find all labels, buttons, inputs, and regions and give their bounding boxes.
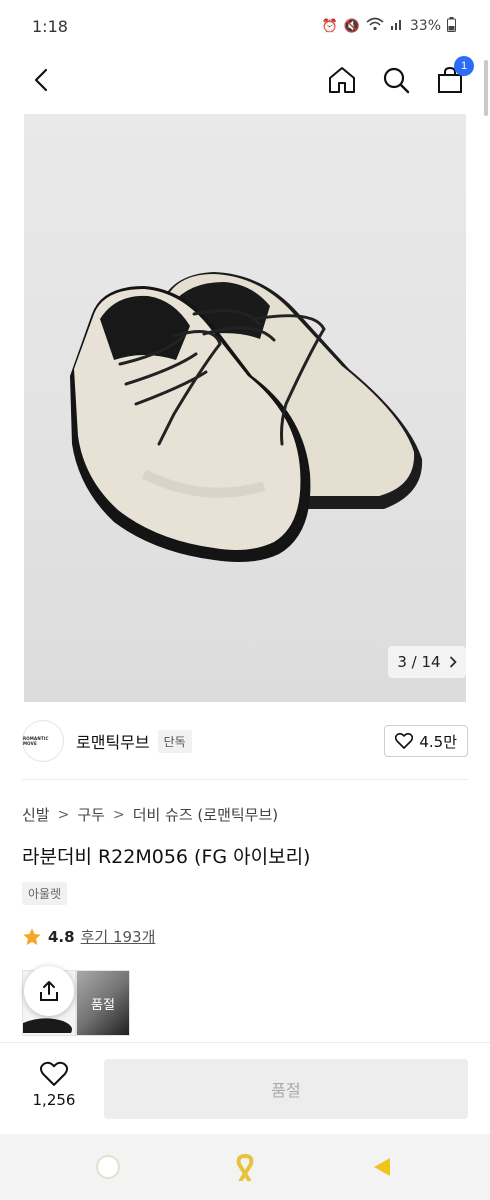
battery-icon [447, 16, 456, 36]
mute-icon: 🔇 [343, 18, 360, 34]
soldout-label: 품절 [77, 971, 129, 1035]
rating-value: 4.8 [48, 927, 75, 946]
recents-nav-button[interactable] [225, 1147, 265, 1187]
search-button[interactable] [380, 64, 412, 96]
back-nav-button[interactable] [362, 1147, 402, 1187]
heart-icon [395, 733, 414, 749]
status-time: 1:18 [32, 16, 68, 36]
brand-like-count: 4.5만 [419, 732, 457, 751]
home-nav-button[interactable] [88, 1147, 128, 1187]
status-bar: 1:18 ⏰ 🔇 33% [0, 0, 490, 52]
cart-badge: 1 [454, 56, 474, 76]
alarm-icon: ⏰ [321, 18, 338, 34]
breadcrumb-item[interactable]: 더비 슈즈 (로맨틱무브) [133, 804, 278, 825]
chevron-right-icon [449, 656, 457, 668]
chevron-right-icon: > [112, 806, 125, 823]
signal-icon [390, 17, 404, 35]
top-nav: 1 [0, 52, 490, 108]
breadcrumb: 신발 > 구두 > 더비 슈즈 (로맨틱무브) [22, 804, 278, 825]
back-button[interactable] [26, 64, 58, 96]
chevron-left-icon [34, 68, 48, 92]
image-counter-text: 3 / 14 [397, 653, 441, 671]
share-icon [40, 981, 58, 1001]
share-button[interactable] [24, 966, 74, 1016]
product-title: 라분더비 R22M056 (FG 아이보리) [22, 846, 311, 868]
soldout-button[interactable]: 품절 [104, 1059, 468, 1119]
back-triangle-icon [373, 1158, 390, 1176]
option-thumbnail-soldout[interactable]: 품절 [76, 970, 130, 1036]
brand-logo[interactable]: ROMANTIC MOVE [22, 720, 64, 762]
product-image[interactable]: 3 / 14 [24, 114, 466, 702]
brand-like-button[interactable]: 4.5만 [384, 725, 468, 757]
image-counter[interactable]: 3 / 14 [388, 646, 466, 678]
cart-button[interactable]: 1 [434, 56, 474, 96]
home-icon [329, 67, 355, 93]
review-count-link[interactable]: 후기 193개 [81, 926, 156, 947]
search-icon [383, 67, 410, 94]
breadcrumb-item[interactable]: 신발 [22, 804, 50, 825]
chevron-right-icon: > [57, 806, 70, 823]
rating-row: 4.8 후기 193개 [22, 926, 155, 947]
scrollbar [484, 60, 488, 116]
purchase-bar: 1,256 품절 [0, 1042, 490, 1134]
exclusive-badge: 단독 [157, 729, 192, 753]
heart-icon [40, 1061, 68, 1086]
wishlist-count: 1,256 [32, 1091, 76, 1109]
brand-row: ROMANTIC MOVE 로맨틱무브 단독 4.5만 [22, 716, 468, 766]
divider [22, 779, 468, 780]
brand-name[interactable]: 로맨틱무브 [76, 729, 150, 753]
breadcrumb-item[interactable]: 구두 [77, 804, 105, 825]
wifi-icon [366, 17, 384, 35]
home-button[interactable] [326, 64, 358, 96]
status-icons: ⏰ 🔇 33% [321, 16, 456, 36]
system-nav [0, 1134, 490, 1200]
home-circle-icon [96, 1155, 121, 1179]
battery-percent: 33% [409, 18, 441, 34]
nav-actions: 1 [326, 56, 474, 96]
star-icon [23, 927, 41, 945]
shoe-photo [70, 272, 423, 562]
wishlist-button[interactable]: 1,256 [22, 1061, 86, 1109]
outlet-badge: 아울렛 [22, 882, 68, 905]
ribbon-icon [236, 1154, 254, 1181]
